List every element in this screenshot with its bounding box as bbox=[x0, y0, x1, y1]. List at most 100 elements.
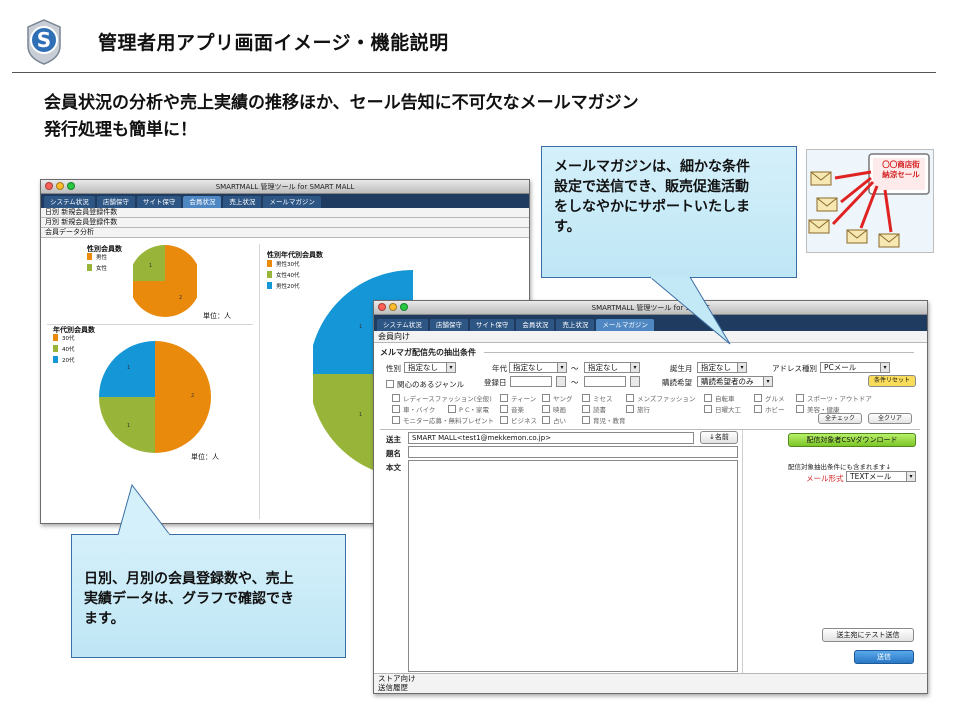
close-icon[interactable] bbox=[45, 182, 53, 190]
genre-option[interactable]: モニター応募・無料プレゼント bbox=[392, 415, 494, 425]
callout-line: ます。 bbox=[84, 611, 125, 627]
legend-item: 30代 bbox=[53, 334, 75, 345]
chevron-down-icon: ▾ bbox=[737, 363, 746, 372]
calendar-icon[interactable] bbox=[630, 376, 640, 387]
regdate-from-input[interactable] bbox=[510, 376, 552, 387]
regdate-to-input[interactable] bbox=[584, 376, 626, 387]
clear-all-button[interactable]: 全クリア bbox=[868, 413, 912, 424]
regdate-label: 登録日 bbox=[484, 378, 507, 387]
genre-option[interactable]: スポーツ・アウトドア bbox=[796, 393, 872, 403]
age-pie-chart: 1 1 2 bbox=[99, 341, 211, 453]
minimize-icon[interactable] bbox=[389, 303, 397, 311]
genre-option[interactable]: 映画 bbox=[542, 404, 566, 414]
genre-option[interactable]: 自転車 bbox=[704, 393, 735, 403]
test-send-button[interactable]: 送主宛にテスト送信 bbox=[822, 628, 914, 642]
callout-line: す。 bbox=[554, 219, 581, 235]
mail-format-label: メール形式 bbox=[806, 474, 844, 483]
genre-option[interactable]: P C・家電 bbox=[448, 404, 489, 414]
address-type-select[interactable]: PCメール ▾ bbox=[820, 362, 890, 373]
tab-system[interactable]: システム状況 bbox=[377, 319, 428, 331]
genre-option[interactable]: ミセス bbox=[582, 393, 613, 403]
age-chart-unit: 単位：人 bbox=[191, 453, 219, 461]
member-analysis-row[interactable]: 会員データ分析 bbox=[41, 228, 529, 238]
section-history-header[interactable]: 送信履歴 bbox=[374, 683, 927, 693]
lead-line-1: 会員状況の分析や売上実績の推移ほか、セール告知に不可欠なメールマガジン bbox=[44, 93, 639, 113]
tab-sales[interactable]: 売上状況 bbox=[556, 319, 595, 331]
from-input[interactable]: SMART MALL<test1@mekkemon.co.jp> bbox=[408, 432, 694, 444]
tab-members[interactable]: 会員状況 bbox=[183, 196, 222, 208]
subscribe-value: 購読希望者のみ bbox=[701, 377, 754, 386]
age-chart-legend: 30代 40代 20代 bbox=[53, 334, 75, 367]
gender-select[interactable]: 指定なし ▾ bbox=[404, 362, 456, 373]
genre-option[interactable]: 読書 bbox=[582, 404, 606, 414]
member-callout-pointer bbox=[117, 484, 171, 536]
reset-conditions-button[interactable]: 条件リセット bbox=[868, 375, 916, 387]
tab-site[interactable]: サイト保守 bbox=[469, 319, 515, 331]
insert-name-button[interactable]: ↓名前 bbox=[700, 431, 738, 444]
genre-option[interactable]: ティーン bbox=[500, 393, 536, 403]
zoom-icon[interactable] bbox=[400, 303, 408, 311]
callout-line: 日別、月別の会員登録数や、売上 bbox=[84, 571, 294, 587]
daily-registration-row[interactable]: 日別 新規会員登録件数 bbox=[41, 208, 529, 218]
title-divider bbox=[12, 72, 936, 73]
pie-label: 1 bbox=[149, 263, 152, 269]
mail-broadcast-illustration: 〇〇商店街 納涼セール bbox=[806, 149, 934, 253]
tab-sales[interactable]: 売上状況 bbox=[223, 196, 262, 208]
subscribe-label: 購読希望 bbox=[662, 378, 692, 387]
legend-item: 女性40代 bbox=[267, 271, 300, 282]
genre-option[interactable]: 占い bbox=[542, 415, 566, 425]
csv-download-button[interactable]: 配信対象者CSVダウンロード bbox=[788, 433, 916, 447]
calendar-icon[interactable] bbox=[556, 376, 566, 387]
sexage-chart-title: 性別年代別会員数 bbox=[267, 251, 323, 259]
genre-option[interactable]: グルメ bbox=[754, 393, 785, 403]
close-icon[interactable] bbox=[378, 303, 386, 311]
subject-input[interactable] bbox=[408, 446, 738, 458]
genre-option[interactable]: 日曜大工 bbox=[704, 404, 741, 414]
mail-format-select[interactable]: TEXTメール ▾ bbox=[846, 471, 916, 482]
genre-option[interactable]: メンズファッション bbox=[626, 393, 695, 403]
sale-badge: 〇〇商店街 納涼セール bbox=[875, 160, 927, 180]
age-from-select[interactable]: 指定なし ▾ bbox=[509, 362, 567, 373]
address-type-label: アドレス種別 bbox=[772, 364, 817, 373]
zoom-icon[interactable] bbox=[67, 182, 75, 190]
subject-label: 題名 bbox=[386, 449, 401, 458]
send-button[interactable]: 送信 bbox=[854, 650, 914, 664]
genre-option[interactable]: 音楽 bbox=[500, 404, 524, 414]
legend-label: 女性40代 bbox=[276, 273, 300, 279]
legend-label: 男性30代 bbox=[276, 262, 300, 268]
from-label: 送主 bbox=[386, 435, 401, 444]
genre-option[interactable]: 旅行 bbox=[626, 404, 650, 414]
compose-divider bbox=[742, 430, 743, 675]
genre-checkbox[interactable]: 関心のあるジャンル bbox=[386, 379, 464, 390]
genre-option[interactable]: レディースファッション(全般) bbox=[392, 393, 492, 403]
tab-site[interactable]: サイト保守 bbox=[136, 196, 182, 208]
tab-members[interactable]: 会員状況 bbox=[516, 319, 555, 331]
subscribe-select[interactable]: 購読希望者のみ ▾ bbox=[697, 376, 773, 387]
genre-option[interactable]: ホビー bbox=[754, 404, 785, 414]
age-label: 年代 bbox=[492, 364, 507, 373]
tab-system[interactable]: システム状況 bbox=[44, 196, 95, 208]
chevron-down-icon: ▾ bbox=[880, 363, 889, 372]
genre-option[interactable]: 車・バイク bbox=[392, 404, 435, 414]
monthly-registration-row[interactable]: 月別 新規会員登録件数 bbox=[41, 218, 529, 228]
lead-text: 会員状況の分析や売上実績の推移ほか、セール告知に不可欠なメールマガジン 発行処理… bbox=[44, 90, 639, 144]
tab-store[interactable]: 店舗保守 bbox=[96, 196, 135, 208]
check-all-button[interactable]: 全チェック bbox=[818, 413, 862, 424]
genre-option[interactable]: 育児・教育 bbox=[582, 415, 626, 425]
genre-option[interactable]: ヤング bbox=[542, 393, 573, 403]
tab-mail[interactable]: メールマガジン bbox=[263, 196, 321, 208]
svg-text:S: S bbox=[37, 28, 51, 52]
age-to-select[interactable]: 指定なし ▾ bbox=[584, 362, 640, 373]
birth-month-select[interactable]: 指定なし ▾ bbox=[697, 362, 747, 373]
gender-select-value: 指定なし bbox=[408, 363, 438, 372]
minimize-icon[interactable] bbox=[56, 182, 64, 190]
chart-divider-vertical bbox=[259, 244, 260, 519]
genre-option[interactable]: ビジネス bbox=[500, 415, 537, 425]
body-textarea[interactable] bbox=[408, 460, 738, 672]
tab-store[interactable]: 店舗保守 bbox=[429, 319, 468, 331]
from-value: SMART MALL<test1@mekkemon.co.jp> bbox=[412, 434, 552, 442]
lead-line-2: 発行処理も簡単に！ bbox=[44, 120, 197, 140]
callout-line: 実績データは、グラフで確認でき bbox=[84, 591, 294, 607]
sale-badge-line-1: 〇〇商店街 bbox=[882, 160, 920, 169]
legend-item: 男性20代 bbox=[267, 282, 300, 293]
